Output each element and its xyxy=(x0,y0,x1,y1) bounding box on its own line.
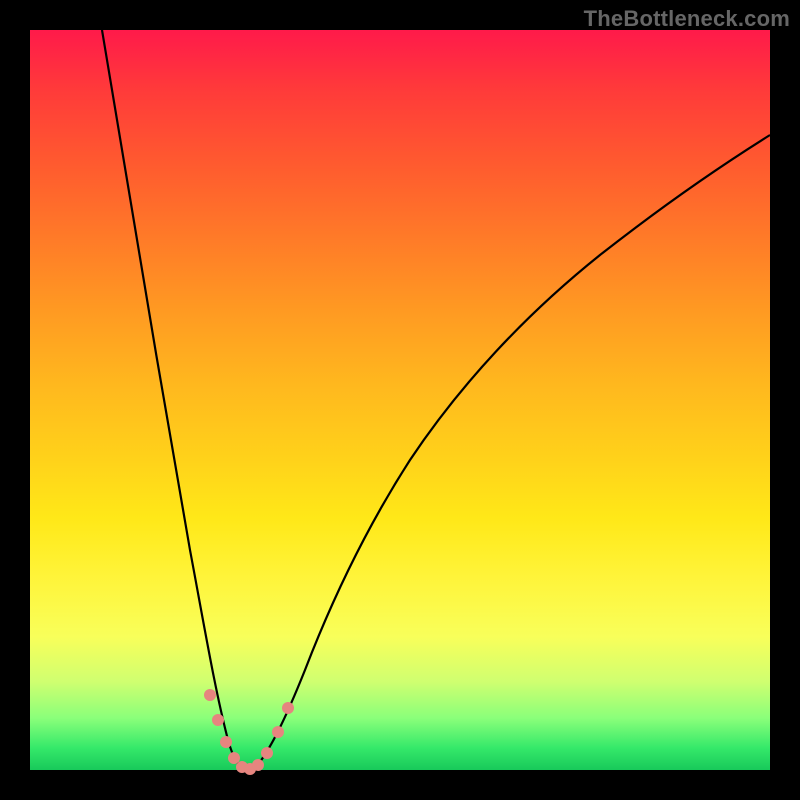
chart-frame: TheBottleneck.com xyxy=(0,0,800,800)
marker-dot xyxy=(228,752,240,764)
plot-area xyxy=(30,30,770,770)
marker-dot xyxy=(220,736,232,748)
bottleneck-curve xyxy=(30,30,770,770)
marker-dot xyxy=(282,702,294,714)
marker-dot xyxy=(261,747,273,759)
curve-right-branch xyxy=(256,135,770,767)
watermark: TheBottleneck.com xyxy=(584,6,790,32)
curve-left-branch xyxy=(102,30,242,767)
marker-dot xyxy=(252,759,264,771)
valley-markers xyxy=(204,689,294,775)
marker-dot xyxy=(272,726,284,738)
marker-dot xyxy=(204,689,216,701)
marker-dot xyxy=(212,714,224,726)
